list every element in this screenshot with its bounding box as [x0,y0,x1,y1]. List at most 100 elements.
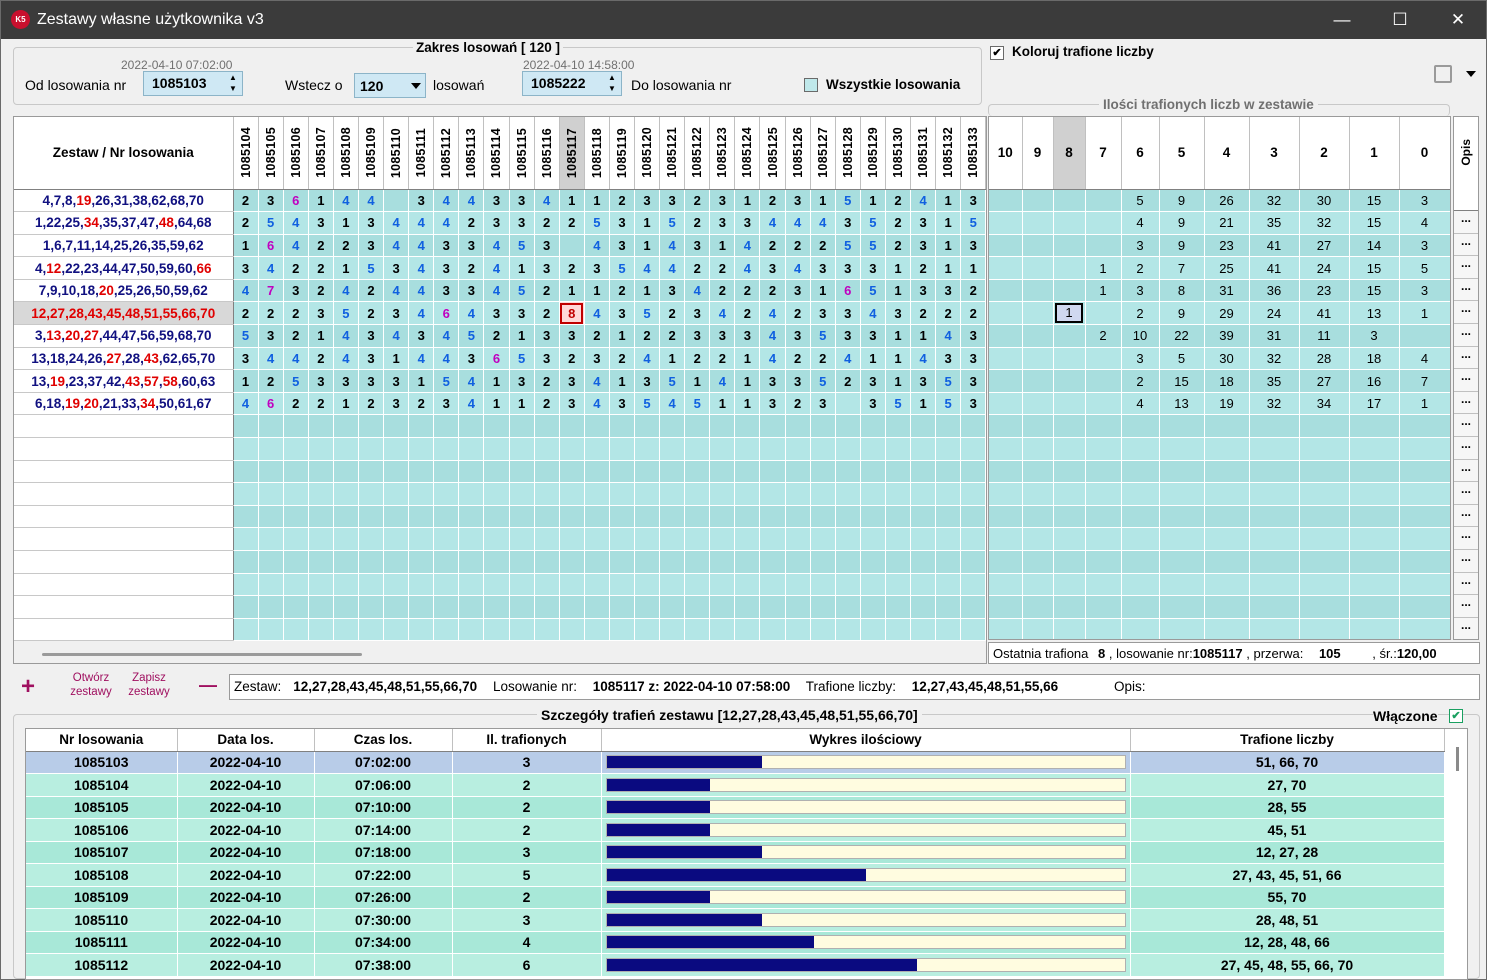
hit-count-cell[interactable]: 3 [835,301,861,326]
hits-count-cell[interactable] [1053,505,1086,529]
hits-count-cell[interactable]: 2 [1121,256,1160,280]
table-row[interactable]: 3,13,20,27,44,47,56,59,68,70 5 3 2 1 4 3 4 3 4 5 2 1… [14,324,986,348]
set-numbers-cell[interactable]: 7,9,10,18,20,25,26,50,59,62 [14,279,234,303]
hits-count-cell[interactable]: 32 [1249,347,1300,371]
hit-count-cell[interactable]: 3 [358,324,385,348]
hit-count-cell[interactable]: 1 [383,347,410,371]
opis-edit-button[interactable]: ... [1454,572,1478,596]
hit-count-cell[interactable] [283,482,309,506]
hit-count-cell[interactable]: 1 [559,279,585,303]
hits-count-cell[interactable] [1159,618,1205,639]
hits-count-cell[interactable] [1159,482,1205,506]
hit-count-cell[interactable]: 3 [483,301,510,326]
hits-count-cell[interactable]: 24 [1249,301,1300,326]
hits-count-cell[interactable]: 3 [1121,347,1160,371]
hit-count-cell[interactable] [233,527,259,551]
hit-count-cell[interactable]: 3 [258,189,284,213]
hits-count-cell[interactable] [1085,573,1122,597]
hits-count-cell[interactable] [989,189,1023,213]
hit-count-cell[interactable]: 3 [559,392,585,416]
opis-edit-button[interactable]: ... [1454,233,1478,257]
hit-count-cell[interactable] [559,234,585,258]
hit-count-cell[interactable] [709,618,736,642]
hits-count-cell[interactable] [1349,618,1400,639]
hit-count-cell[interactable]: 2 [458,211,485,235]
hits-count-cell[interactable]: 11 [1299,324,1350,348]
hit-count-cell[interactable] [759,460,786,484]
hit-count-cell[interactable]: 3 [609,392,636,416]
hit-count-cell[interactable]: 3 [960,392,986,416]
hit-count-cell[interactable]: 2 [885,211,912,235]
hits-count-cell[interactable] [1022,414,1054,439]
hit-count-cell[interactable]: 1 [860,347,886,371]
hit-count-cell[interactable]: 1 [584,279,610,303]
hit-count-cell[interactable] [534,437,560,461]
hits-count-cell[interactable] [1299,505,1350,529]
hits-count-cell[interactable] [1053,324,1086,348]
hit-count-cell[interactable] [458,437,485,461]
hits-count-cell[interactable]: 35 [1249,211,1300,235]
hit-count-cell[interactable]: 4 [408,347,435,371]
hit-count-cell[interactable] [283,550,309,574]
hit-count-cell[interactable]: 1 [885,279,912,303]
hit-count-cell[interactable] [408,550,435,574]
hit-count-cell[interactable]: 3 [734,211,761,235]
table-row[interactable]: 1085106 2022-04-10 07:14:00 2 45, 51 [26,818,1445,842]
hit-count-cell[interactable]: 6 [258,392,284,416]
hits-count-cell[interactable] [1085,618,1122,639]
hit-count-cell[interactable]: 3 [584,256,610,280]
hit-count-cell[interactable]: 3 [810,301,836,326]
hit-count-cell[interactable] [559,482,585,506]
hits-count-cell[interactable]: 31 [1249,324,1300,348]
hit-count-cell[interactable]: 1 [960,256,986,280]
hit-count-cell[interactable]: 6 [483,347,510,371]
hits-count-cell[interactable] [1121,437,1160,461]
hit-count-cell[interactable]: 3 [709,189,736,213]
hit-count-cell[interactable]: 4 [584,234,610,258]
hit-count-cell[interactable]: 2 [308,234,334,258]
opis-edit-button[interactable]: ... [1454,482,1478,505]
hits-count-cell[interactable]: 13 [1349,301,1400,326]
hit-count-cell[interactable]: 2 [258,301,284,326]
hits-count-cell[interactable]: 3 [1399,234,1450,258]
hit-count-cell[interactable] [835,414,861,439]
hit-count-cell[interactable] [584,460,610,484]
hit-count-cell[interactable] [258,573,284,597]
chevron-down-icon[interactable] [411,83,421,89]
hits-count-cell[interactable] [1204,414,1250,439]
draw-column-header[interactable]: 1085117 [559,117,585,190]
table-row[interactable] [14,460,986,484]
hits-count-cell[interactable] [1085,437,1122,461]
hit-count-cell[interactable] [885,505,912,529]
hit-count-cell[interactable]: 3 [483,189,510,213]
hit-count-cell[interactable] [860,482,886,506]
hit-count-cell[interactable]: 4 [333,279,359,303]
draw-column-header[interactable]: 1085106 [283,117,309,190]
table-row[interactable] [14,437,986,461]
hit-count-cell[interactable] [634,437,661,461]
hit-count-cell[interactable] [885,573,912,597]
hit-count-cell[interactable]: 3 [684,234,711,258]
table-row[interactable] [989,527,1450,551]
hits-count-cell[interactable]: 18 [1204,369,1250,393]
hit-count-cell[interactable]: 5 [509,279,535,303]
hit-count-cell[interactable]: 1 [609,369,636,393]
hit-count-cell[interactable] [885,460,912,484]
hit-count-cell[interactable]: 3 [935,279,962,303]
set-numbers-cell[interactable]: 4,7,8,19,26,31,38,62,68,70 [14,189,234,213]
hits-count-cell[interactable]: 4 [1399,211,1450,235]
opis-edit-button[interactable]: ... [1454,278,1478,302]
hit-count-cell[interactable] [960,618,986,642]
hits-count-cell[interactable] [1299,618,1350,639]
hit-count-cell[interactable] [785,573,811,597]
set-numbers-cell[interactable] [14,437,234,461]
hit-count-cell[interactable]: 1 [333,211,359,235]
hit-count-cell[interactable]: 4 [458,189,485,213]
details-column-header[interactable]: Czas los. [314,729,453,752]
hit-count-cell[interactable] [358,573,385,597]
hit-count-cell[interactable] [935,414,962,439]
hit-count-cell[interactable] [584,618,610,642]
hit-count-cell[interactable] [810,550,836,574]
draw-column-header[interactable]: 1085118 [584,117,610,190]
hit-count-cell[interactable] [358,505,385,529]
